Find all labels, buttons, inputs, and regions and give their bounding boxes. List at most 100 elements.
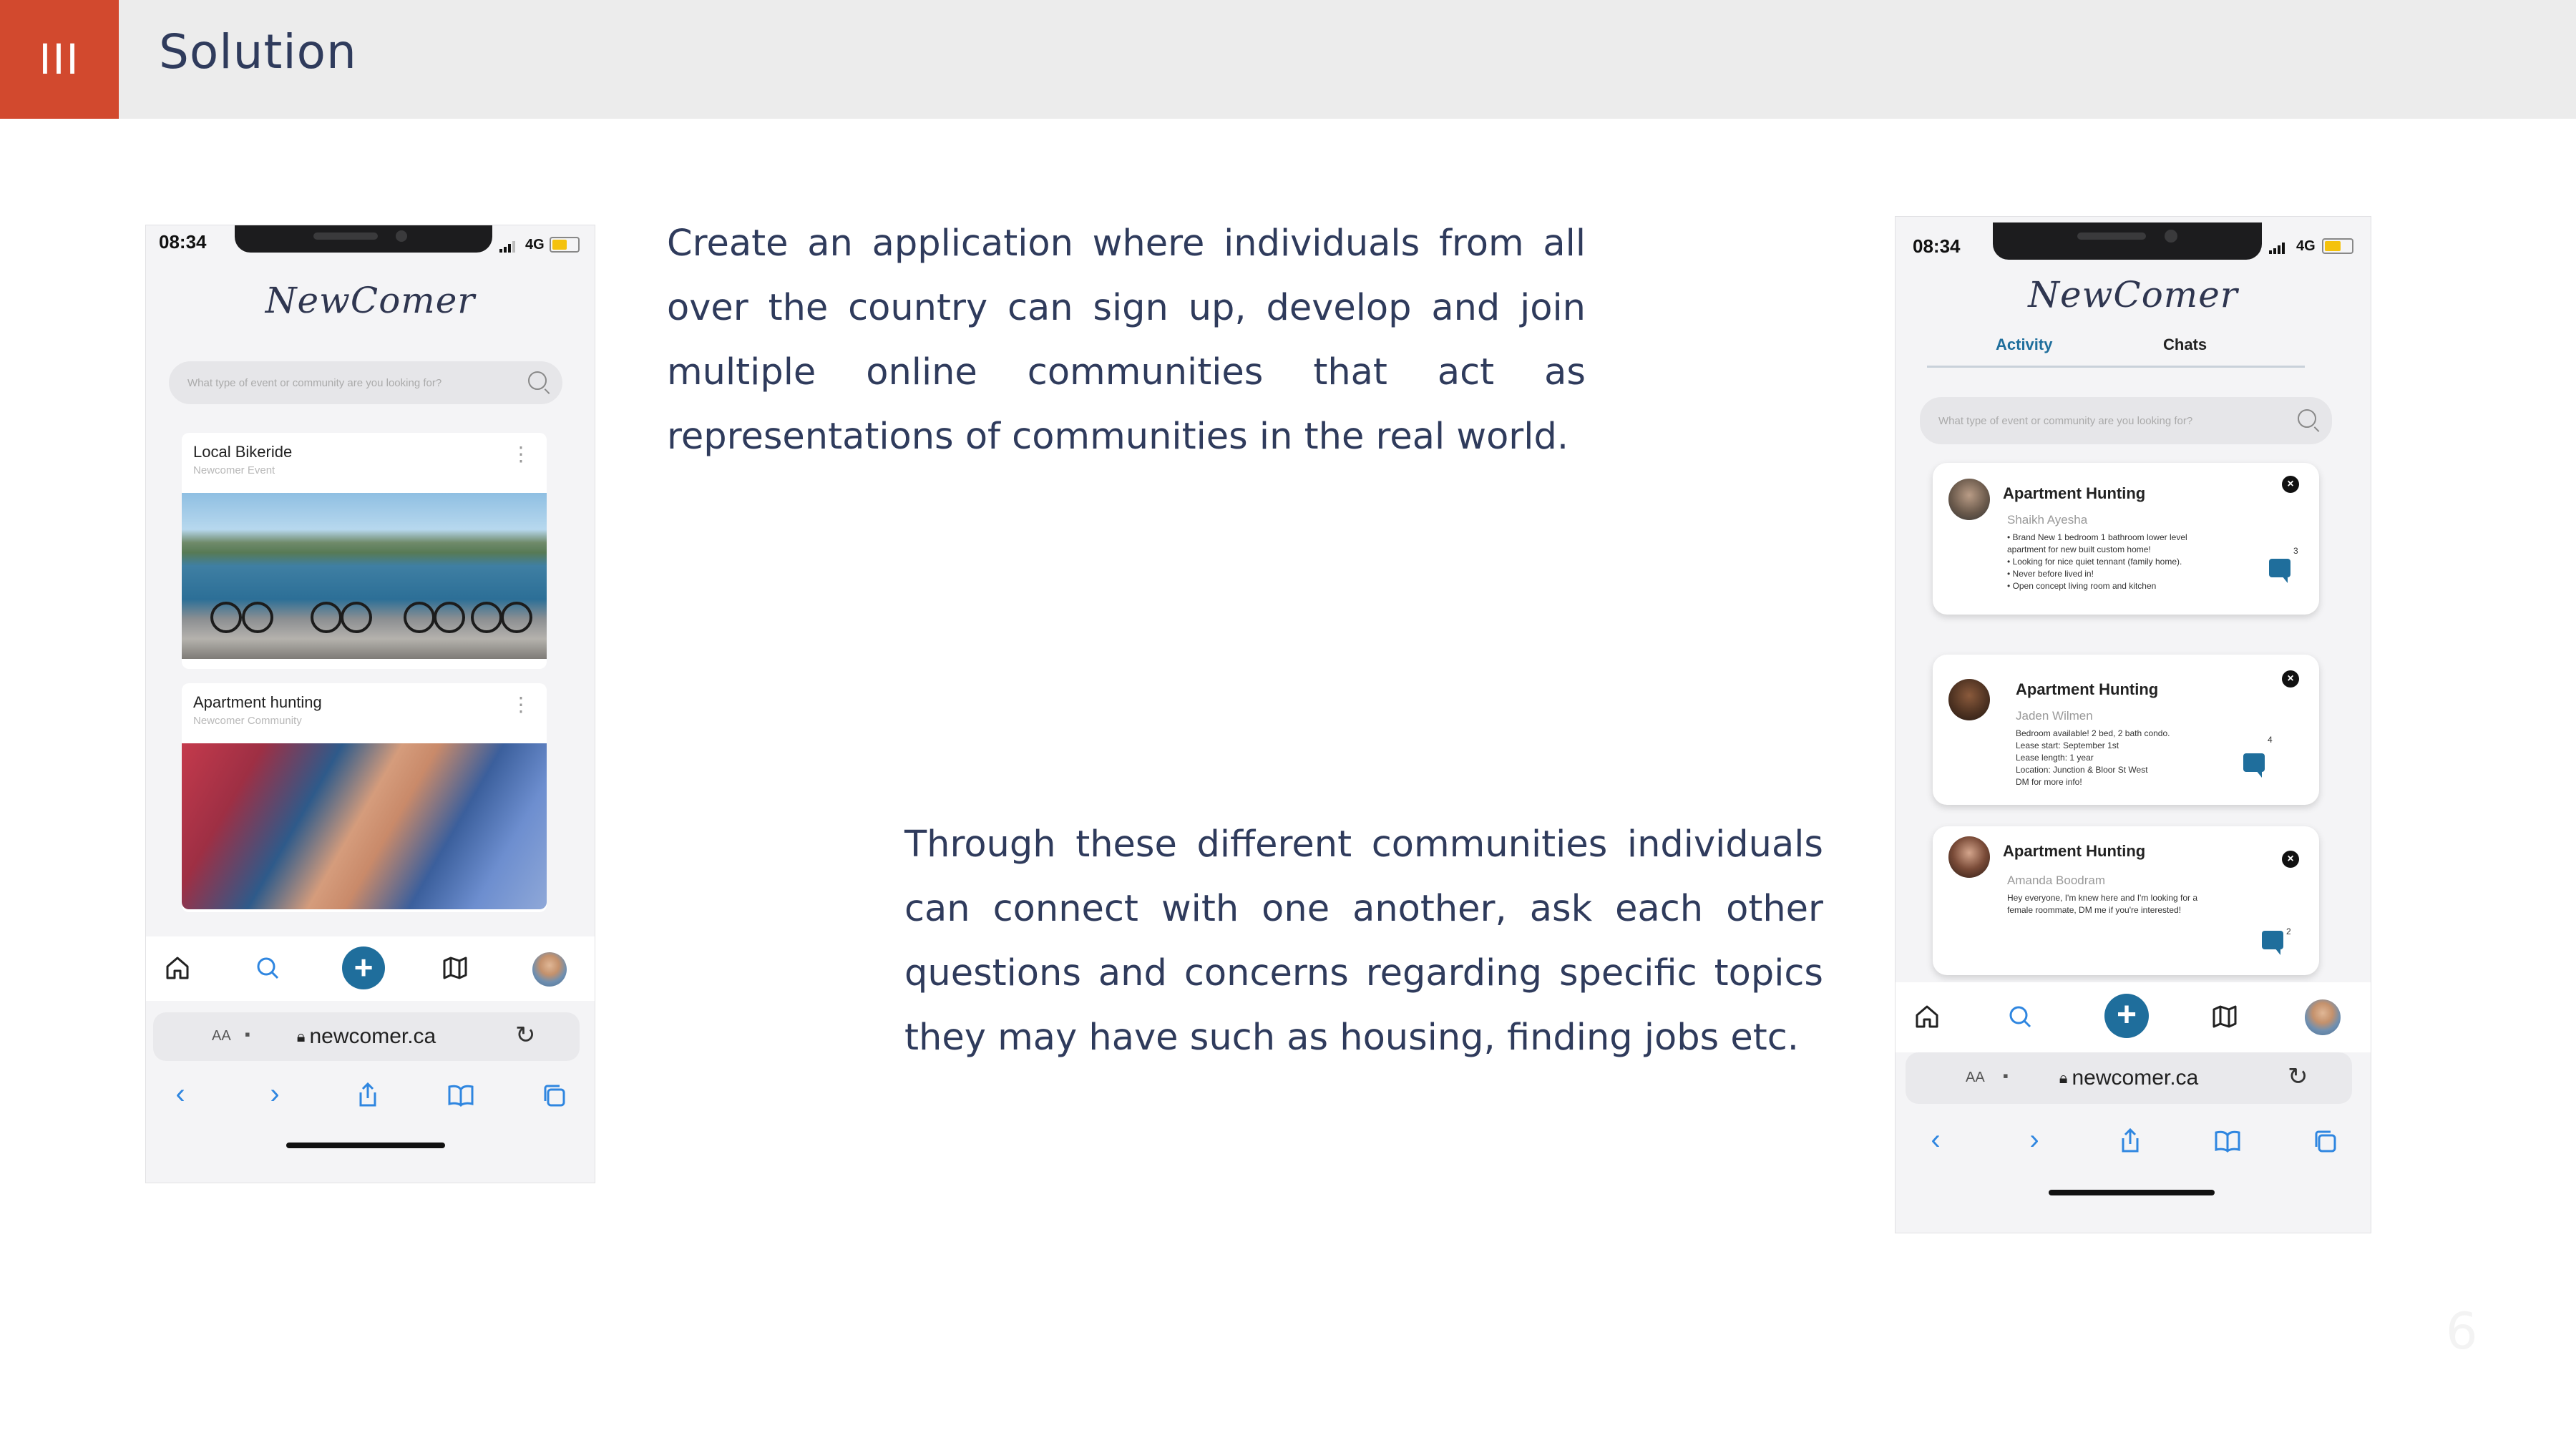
forward-icon[interactable]: › — [2020, 1125, 2049, 1154]
phone-notch — [235, 225, 492, 253]
chat-icon[interactable] — [2262, 931, 2283, 955]
battery-icon — [2322, 238, 2353, 254]
close-icon[interactable]: × — [2282, 670, 2299, 688]
bookmarks-icon[interactable] — [445, 1081, 477, 1115]
post-card[interactable]: Apartment Hunting Jaden Wilmen Bedroom a… — [1933, 655, 2319, 805]
app-tab-bar: + — [146, 936, 595, 1001]
search-input[interactable]: What type of event or community are you … — [169, 361, 562, 404]
map-icon[interactable] — [439, 954, 471, 987]
post-author: Shaikh Ayesha — [2007, 513, 2088, 527]
event-card[interactable]: Local Bikeride Newcomer Event ⋮ — [182, 433, 547, 669]
lock-icon: 🔒︎ — [296, 1027, 306, 1045]
post-card[interactable]: Apartment Hunting Shaikh Ayesha • Brand … — [1933, 463, 2319, 615]
search-placeholder: What type of event or community are you … — [187, 376, 442, 389]
kebab-icon[interactable]: ⋮ — [511, 444, 531, 464]
status-time: 08:34 — [159, 231, 207, 253]
close-icon[interactable]: × — [2282, 476, 2299, 493]
map-icon[interactable] — [2209, 1002, 2240, 1036]
tab-activity[interactable]: Activity — [1996, 336, 2052, 354]
tabs-underline — [1927, 366, 2305, 368]
avatar[interactable] — [1948, 479, 1990, 520]
extension-icon[interactable]: ▪︎ — [2003, 1067, 2009, 1085]
tab-chats[interactable]: Chats — [2163, 336, 2207, 354]
avatar[interactable] — [1948, 836, 1990, 878]
back-icon[interactable]: ‹ — [166, 1080, 195, 1108]
reload-icon[interactable]: ↻ — [515, 1021, 536, 1050]
search-icon[interactable] — [2004, 1002, 2036, 1036]
search-placeholder: What type of event or community are you … — [1938, 414, 2193, 427]
solution-paragraph-2: Through these different communities indi… — [904, 823, 1823, 1059]
chat-icon[interactable] — [2269, 559, 2290, 583]
avatar[interactable] — [2305, 999, 2341, 1035]
avatar[interactable] — [1948, 679, 1990, 720]
browser-toolbar: ‹ › — [146, 1074, 595, 1117]
app-logo: NewComer — [2028, 274, 2238, 315]
bikeride-photo — [182, 493, 547, 659]
home-icon[interactable] — [162, 954, 193, 987]
extension-icon[interactable]: ▪︎ — [245, 1025, 250, 1044]
phone-mockup-home: 08:34 4G NewComer What type of event or … — [145, 225, 595, 1183]
text-size-button[interactable]: AA — [1966, 1070, 1985, 1086]
comment-count: 2 — [2286, 926, 2291, 936]
bookmarks-icon[interactable] — [2212, 1127, 2243, 1160]
home-indicator[interactable] — [286, 1143, 445, 1148]
share-icon[interactable] — [2114, 1127, 2146, 1160]
section-number-badge: III — [0, 0, 119, 119]
page-number: 6 — [2446, 1302, 2478, 1361]
phone-notch — [1993, 222, 2262, 260]
comment-count: 4 — [2268, 735, 2273, 745]
avatar[interactable] — [532, 952, 567, 987]
kebab-icon[interactable]: ⋮ — [511, 695, 531, 715]
post-author: Jaden Wilmen — [2016, 709, 2093, 723]
tabs-icon[interactable] — [2309, 1127, 2341, 1160]
slide-title: Solution — [159, 24, 357, 79]
signal-icon — [2268, 241, 2288, 259]
close-icon[interactable]: × — [2282, 851, 2299, 868]
share-icon[interactable] — [352, 1081, 384, 1115]
post-body: Hey everyone, I'm knew here and I'm look… — [2007, 893, 2198, 915]
browser-toolbar: ‹ › — [1896, 1120, 2371, 1164]
home-indicator[interactable] — [2049, 1190, 2215, 1195]
comment-count: 3 — [2293, 546, 2298, 556]
app-tab-bar: + — [1896, 982, 2371, 1052]
browser-url-bar[interactable]: AA ▪︎ 🔒︎ newcomer.ca ↻ — [1906, 1052, 2352, 1104]
url-text: newcomer.ca — [2072, 1066, 2199, 1090]
back-icon[interactable]: ‹ — [1921, 1125, 1950, 1154]
network-label: 4G — [2296, 238, 2316, 254]
search-icon[interactable] — [528, 371, 547, 390]
network-label: 4G — [525, 237, 545, 253]
post-title: Apartment Hunting — [2003, 842, 2146, 860]
url-text: newcomer.ca — [309, 1024, 436, 1048]
slide-header — [0, 0, 2576, 119]
text-size-button[interactable]: AA — [212, 1028, 231, 1045]
tabs-icon[interactable] — [538, 1081, 570, 1115]
browser-url-bar[interactable]: AA ▪︎ 🔒︎ newcomer.ca ↻ — [153, 1012, 580, 1061]
search-icon[interactable] — [252, 954, 283, 987]
plus-icon[interactable]: + — [342, 946, 385, 989]
card-subtitle: Newcomer Community — [193, 715, 302, 727]
chat-icon[interactable] — [2243, 753, 2265, 778]
phone-mockup-activity: 08:34 4G NewComer Activity Chats What ty… — [1895, 216, 2371, 1233]
community-card[interactable]: Apartment hunting Newcomer Community ⋮ — [182, 683, 547, 912]
reload-icon[interactable]: ↻ — [2288, 1062, 2308, 1091]
lock-icon: 🔒︎ — [2059, 1069, 2068, 1087]
battery-icon — [550, 237, 580, 253]
app-logo: NewComer — [265, 280, 476, 321]
forward-icon[interactable]: › — [260, 1080, 289, 1108]
solution-paragraph-1: Create an application where individuals … — [667, 222, 1586, 458]
post-title: Apartment Hunting — [2016, 680, 2159, 698]
search-icon[interactable] — [2298, 409, 2316, 428]
card-title: Local Bikeride — [193, 443, 293, 461]
search-input[interactable]: What type of event or community are you … — [1920, 397, 2332, 444]
post-card[interactable]: Apartment Hunting Amanda Boodram Hey eve… — [1933, 826, 2319, 975]
home-icon[interactable] — [1911, 1002, 1943, 1036]
status-time: 08:34 — [1913, 235, 1961, 257]
card-title: Apartment hunting — [193, 693, 322, 711]
hands-together-photo — [182, 743, 547, 909]
post-author: Amanda Boodram — [2007, 874, 2106, 887]
post-title: Apartment Hunting — [2003, 484, 2146, 502]
signal-icon — [498, 240, 518, 258]
post-body: Bedroom available! 2 bed, 2 bath condo. … — [2016, 728, 2170, 787]
card-subtitle: Newcomer Event — [193, 464, 275, 476]
plus-icon[interactable]: + — [2104, 994, 2149, 1038]
